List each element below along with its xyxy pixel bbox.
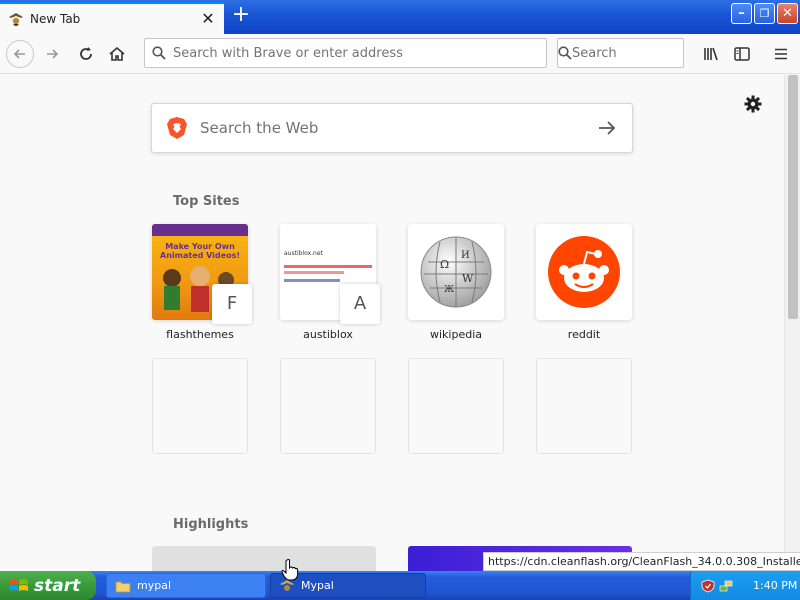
tab-strip: New Tab ✕ + – ❐ ✕ <box>0 0 800 34</box>
new-tab-page: Top Sites Make Your Own Animated Videos!… <box>0 75 784 571</box>
system-tray: 1:40 PM <box>690 571 800 600</box>
thumbnail-text: Make Your Own <box>165 242 235 251</box>
svg-text:Ж: Ж <box>444 285 454 295</box>
start-label: start <box>34 575 81 596</box>
page-scrollbar[interactable] <box>784 75 800 571</box>
highlights-title: Highlights <box>173 517 249 532</box>
forward-icon[interactable] <box>38 41 66 67</box>
url-bar[interactable] <box>144 38 547 68</box>
top-site-empty[interactable] <box>408 358 504 454</box>
thumbnail-text: austiblox.net <box>284 250 323 257</box>
hand-cursor-icon <box>281 559 299 581</box>
tile-label: reddit <box>567 328 601 341</box>
gear-icon[interactable] <box>743 94 763 114</box>
top-site-austiblox[interactable]: austiblox.net A austiblox <box>280 224 380 341</box>
tab-title: New Tab <box>30 12 81 26</box>
network-icon[interactable] <box>719 579 733 593</box>
search-icon <box>558 46 572 60</box>
window-close-icon[interactable]: ✕ <box>777 3 798 24</box>
start-button[interactable]: start <box>0 571 96 600</box>
tile-label: wikipedia <box>429 328 482 341</box>
close-icon[interactable]: ✕ <box>200 11 216 27</box>
top-site-empty[interactable] <box>536 358 632 454</box>
tile-label: austiblox <box>303 328 353 341</box>
search-bar[interactable] <box>557 38 742 68</box>
web-search-box[interactable] <box>151 103 633 153</box>
wikipedia-globe-icon: Ω И W Ж <box>420 236 492 308</box>
taskbar-button-label: mypal <box>137 579 172 592</box>
svg-text:W: W <box>462 272 474 285</box>
top-site-wikipedia[interactable]: Ω И W Ж wikipedia <box>408 224 504 341</box>
folder-icon <box>115 581 131 592</box>
minimize-icon[interactable]: – <box>731 3 752 24</box>
screen: New Tab ✕ + – ❐ ✕ Search with Brave or e… <box>0 0 800 600</box>
top-site-flashthemes[interactable]: Make Your Own Animated Videos! F flashth… <box>152 224 252 341</box>
taskbar-button-mypal-folder[interactable]: mypal <box>106 573 266 598</box>
maximize-icon[interactable]: ❐ <box>754 3 775 24</box>
top-site-empty[interactable] <box>280 358 376 454</box>
top-site-empty[interactable] <box>152 358 248 454</box>
back-icon[interactable] <box>6 40 34 68</box>
taskbar-button-label: Mypal <box>301 579 334 592</box>
taskbar: start mypal Mypal 1:40 PM <box>0 571 800 600</box>
clock: 1:40 PM <box>753 579 798 592</box>
sidebar-icon[interactable] <box>728 41 756 67</box>
arrow-right-icon[interactable] <box>596 120 618 136</box>
brave-icon <box>167 117 187 139</box>
new-tab-button[interactable]: + <box>230 4 252 28</box>
url-input[interactable] <box>173 45 546 61</box>
security-shield-icon[interactable] <box>701 579 715 593</box>
home-icon[interactable] <box>103 41 131 67</box>
tile-letter-badge: F <box>212 284 252 324</box>
scrollbar-thumb[interactable] <box>788 75 798 319</box>
top-site-reddit[interactable]: reddit <box>536 224 632 341</box>
thumbnail-text: Animated Videos! <box>160 251 240 260</box>
reddit-alien-icon <box>548 236 620 308</box>
nav-toolbar <box>0 34 800 74</box>
tab-new-tab[interactable]: New Tab ✕ <box>0 2 224 34</box>
menu-icon[interactable] <box>767 41 795 67</box>
tile-label: flashthemes <box>166 328 234 341</box>
svg-text:И: И <box>461 250 470 261</box>
highlight-card[interactable] <box>152 546 376 571</box>
search-icon <box>145 46 173 60</box>
windows-flag-icon <box>10 578 28 591</box>
svg-text:Ω: Ω <box>440 258 449 271</box>
tile-letter-badge: A <box>340 284 380 324</box>
web-search-input[interactable] <box>200 119 596 137</box>
reload-icon[interactable] <box>72 41 100 67</box>
mypal-favicon-icon <box>9 13 23 26</box>
library-icon[interactable] <box>697 41 725 67</box>
status-url: https://cdn.cleanflash.org/CleanFlash_34… <box>483 552 800 571</box>
top-sites-title: Top Sites <box>173 194 240 209</box>
